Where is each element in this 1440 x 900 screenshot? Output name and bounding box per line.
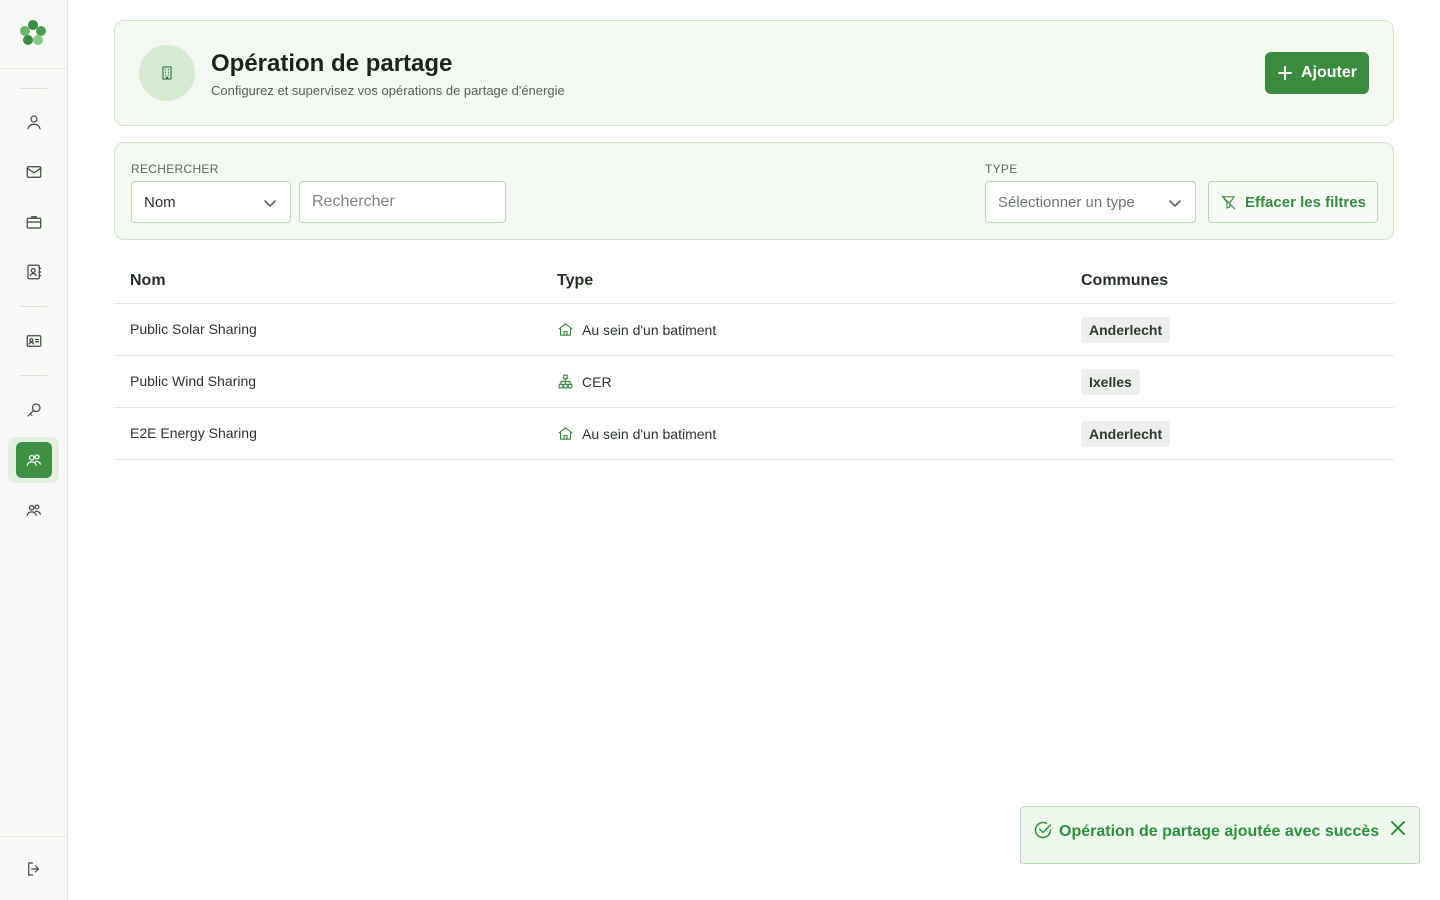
row-name: Public Wind Sharing [130, 373, 257, 389]
type-select[interactable]: Sélectionner un type [985, 181, 1196, 223]
sidebar-item-identity[interactable] [8, 318, 59, 364]
search-label: RECHERCHER [131, 162, 219, 176]
column-header-name[interactable]: Nom [130, 272, 166, 290]
operations-table: Nom Type Communes Public Solar Sharing A… [114, 256, 1394, 460]
page-subtitle: Configurez et supervisez vos opérations … [211, 83, 565, 98]
user-icon [26, 115, 41, 130]
sidebar-item-profile[interactable] [8, 99, 59, 145]
close-icon[interactable] [1389, 819, 1407, 837]
search-field-value: Nom [144, 193, 176, 211]
commune-badge: Anderlecht [1081, 421, 1171, 447]
check-circle-icon [1033, 820, 1053, 840]
briefcase-icon [26, 216, 41, 229]
page-header: Opération de partage Configurez et super… [114, 20, 1394, 126]
row-type: Au sein d'un batiment [557, 321, 716, 338]
divider [0, 836, 68, 837]
type-select-placeholder: Sélectionner un type [998, 193, 1135, 211]
divider [20, 88, 47, 89]
users-sharing-icon [26, 454, 41, 466]
search-field-select[interactable]: Nom [131, 181, 291, 223]
building-icon [139, 45, 195, 101]
table-row[interactable]: E2E Energy Sharing Au sein d'un batiment… [114, 408, 1394, 460]
row-type-label: CER [582, 373, 612, 390]
column-header-communes[interactable]: Communes [1081, 272, 1168, 290]
logout-icon [27, 862, 39, 876]
divider [20, 306, 47, 307]
sidebar-item-messages[interactable] [8, 149, 59, 195]
sidebar-item-access[interactable] [8, 387, 59, 433]
row-type: Au sein d'un batiment [557, 425, 716, 442]
mail-icon [26, 166, 41, 178]
toast-message: Opération de partage ajoutée avec succès [1059, 823, 1380, 840]
filters-panel: RECHERCHER Nom TYPE Sélectionner un type… [114, 142, 1394, 240]
filter-off-icon [1221, 195, 1236, 209]
chevron-down-icon [1167, 195, 1183, 211]
sidebar-item-sharing-operations[interactable] [8, 437, 59, 483]
sidebar-item-groups[interactable] [8, 487, 59, 533]
logout-button[interactable] [8, 846, 59, 892]
table-header: Nom Type Communes [114, 256, 1394, 304]
add-button[interactable]: Ajouter [1265, 52, 1369, 94]
add-button-label: Ajouter [1301, 64, 1357, 81]
page-title: Opération de partage [211, 50, 453, 77]
sidebar [0, 0, 68, 900]
success-toast: Opération de partage ajoutée avec succès [1020, 806, 1420, 864]
sidebar-item-organizations[interactable] [8, 199, 59, 245]
clear-filters-label: Effacer les filtres [1245, 193, 1366, 211]
divider [20, 375, 47, 376]
plus-icon [1278, 66, 1292, 80]
chevron-down-icon [262, 195, 278, 211]
row-name: Public Solar Sharing [130, 321, 257, 337]
divider [0, 68, 68, 69]
key-icon [26, 403, 41, 417]
row-name: E2E Energy Sharing [130, 425, 257, 441]
sidebar-item-contacts[interactable] [8, 249, 59, 295]
table-row[interactable]: Public Wind Sharing CER Ixelles [114, 356, 1394, 408]
home-icon [558, 323, 573, 336]
row-type-label: Au sein d'un batiment [582, 425, 717, 442]
column-header-type[interactable]: Type [557, 272, 593, 290]
home-icon [558, 427, 573, 440]
type-label: TYPE [985, 162, 1018, 176]
users-group-icon [26, 504, 41, 516]
app-logo[interactable] [18, 18, 48, 48]
network-icon [558, 374, 573, 389]
row-type: CER [557, 373, 612, 390]
row-type-label: Au sein d'un batiment [582, 321, 717, 338]
commune-badge: Ixelles [1081, 369, 1140, 395]
id-card-icon [26, 335, 41, 347]
search-input[interactable] [299, 181, 506, 223]
contact-book-icon [26, 264, 41, 280]
clear-filters-button[interactable]: Effacer les filtres [1208, 181, 1378, 223]
commune-badge: Anderlecht [1081, 317, 1171, 343]
table-row[interactable]: Public Solar Sharing Au sein d'un batime… [114, 304, 1394, 356]
